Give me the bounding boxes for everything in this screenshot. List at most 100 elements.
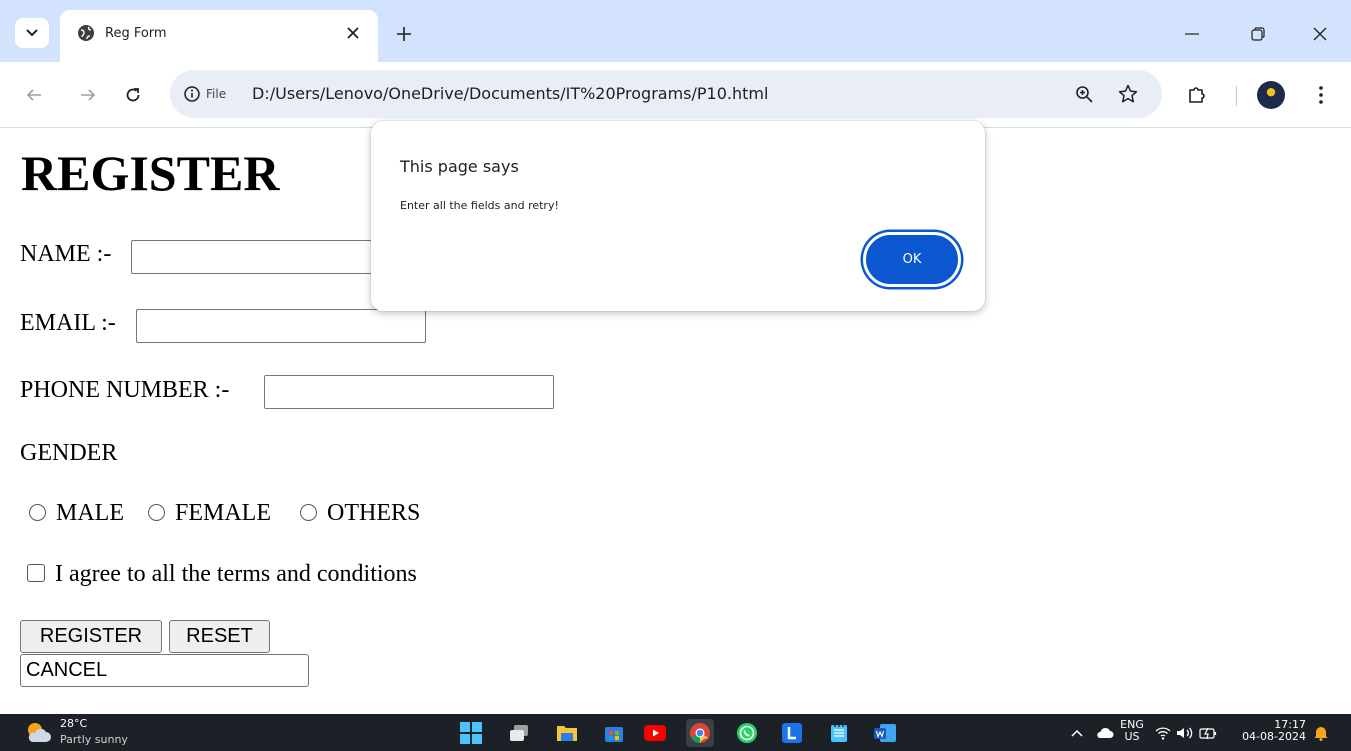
- taskbar-l-app[interactable]: [778, 719, 806, 747]
- tray-battery[interactable]: [1199, 724, 1217, 742]
- browser-toolbar: File D:/Users/Lenovo/OneDrive/Documents/…: [0, 62, 1351, 128]
- info-icon: [184, 86, 200, 102]
- back-button[interactable]: [21, 82, 47, 108]
- register-button[interactable]: REGISTER: [20, 620, 162, 653]
- tray-volume[interactable]: [1176, 724, 1194, 742]
- windows-icon: [460, 722, 482, 744]
- minimize-button[interactable]: [1178, 20, 1206, 48]
- alert-dialog: This page says Enter all the fields and …: [371, 121, 985, 311]
- l-app-icon: [782, 723, 802, 743]
- radio-female-label: FEMALE: [175, 500, 271, 526]
- wifi-icon: [1155, 727, 1171, 740]
- chrome-icon: [690, 723, 710, 744]
- zoom-in-icon: [1076, 86, 1093, 103]
- youtube-icon: [644, 725, 666, 741]
- menu-button[interactable]: [1308, 82, 1334, 108]
- taskbar-word[interactable]: [871, 719, 899, 747]
- restore-icon: [1251, 27, 1265, 41]
- puzzle-icon: [1189, 87, 1205, 103]
- gender-label: GENDER: [20, 440, 118, 466]
- taskbar-chrome[interactable]: [686, 719, 714, 747]
- chevron-down-icon: [26, 29, 38, 37]
- battery-charging-icon: [1199, 727, 1217, 740]
- close-icon: [1313, 27, 1327, 41]
- folder-icon: [557, 726, 577, 741]
- tray-overflow-button[interactable]: [1068, 724, 1086, 742]
- arrow-left-icon: [26, 89, 41, 101]
- terms-checkbox[interactable]: [27, 564, 45, 582]
- tray-onedrive[interactable]: [1096, 724, 1114, 742]
- taskbar-notepad[interactable]: [825, 719, 853, 747]
- ok-button[interactable]: OK: [863, 232, 961, 287]
- clock[interactable]: 17:17 04-08-2024: [1234, 719, 1306, 743]
- close-icon: [347, 27, 359, 39]
- tab-strip: Reg Form: [0, 0, 1351, 62]
- radio-others[interactable]: [300, 504, 317, 521]
- taskbar-youtube[interactable]: [641, 719, 669, 747]
- tab-search-button[interactable]: [15, 18, 49, 48]
- taskbar-store[interactable]: [600, 719, 628, 747]
- forward-button[interactable]: [75, 82, 101, 108]
- restore-button[interactable]: [1244, 20, 1272, 48]
- word-icon: [874, 724, 896, 742]
- store-icon: [605, 727, 623, 742]
- reload-icon: [126, 88, 140, 102]
- tab-close-button[interactable]: [342, 22, 364, 44]
- cloud-icon: [1097, 727, 1114, 738]
- taskbar-task-view[interactable]: [505, 719, 533, 747]
- reset-button[interactable]: RESET: [169, 620, 270, 653]
- site-info-chip[interactable]: File: [176, 76, 236, 112]
- tray-wifi[interactable]: [1154, 724, 1172, 742]
- clock-date: 04-08-2024: [1242, 730, 1306, 743]
- plus-icon: [397, 27, 411, 41]
- task-view-icon: [510, 725, 528, 741]
- profile-avatar[interactable]: [1257, 81, 1285, 109]
- bookmark-button[interactable]: [1116, 82, 1140, 106]
- taskbar-file-explorer[interactable]: [553, 719, 581, 747]
- dialog-title: This page says: [400, 157, 519, 176]
- taskbar-whatsapp[interactable]: [733, 719, 761, 747]
- start-button[interactable]: [457, 719, 485, 747]
- minimize-icon: [1185, 33, 1199, 35]
- zoom-button[interactable]: [1072, 82, 1096, 106]
- phone-input[interactable]: [264, 375, 554, 409]
- bell-icon: [1314, 727, 1328, 741]
- weather-temperature: 28°C: [60, 717, 88, 730]
- name-label: NAME :-: [20, 241, 112, 267]
- cancel-button[interactable]: CANCEL: [20, 654, 309, 687]
- reload-button[interactable]: [120, 82, 146, 108]
- language-indicator[interactable]: ENG US: [1118, 719, 1146, 743]
- site-info-label: File: [206, 87, 227, 101]
- phone-label: PHONE NUMBER :-: [20, 377, 230, 403]
- taskbar: 28°C Partly sunny ENG US 17:17 04-08-202…: [0, 714, 1351, 751]
- chevron-up-icon: [1071, 729, 1083, 737]
- volume-icon: [1177, 727, 1193, 739]
- weather-description: Partly sunny: [60, 733, 128, 746]
- partly-sunny-icon[interactable]: [24, 720, 52, 746]
- tab-reg-form[interactable]: Reg Form: [60, 10, 378, 62]
- globe-icon: [78, 25, 94, 41]
- notepad-icon: [831, 723, 847, 742]
- radio-male-label: MALE: [56, 500, 124, 526]
- radio-female[interactable]: [148, 504, 165, 521]
- email-input[interactable]: [136, 309, 426, 343]
- whatsapp-icon: [737, 723, 757, 743]
- new-tab-button[interactable]: [392, 22, 416, 46]
- page-title: REGISTER: [21, 145, 280, 201]
- terms-label: I agree to all the terms and conditions: [55, 561, 417, 587]
- radio-others-label: OTHERS: [327, 500, 421, 526]
- radio-male[interactable]: [29, 504, 46, 521]
- arrow-right-icon: [81, 89, 96, 101]
- dialog-message: Enter all the fields and retry!: [400, 199, 559, 212]
- extensions-button[interactable]: [1184, 82, 1210, 108]
- more-vert-icon: [1319, 86, 1323, 104]
- close-window-button[interactable]: [1306, 20, 1334, 48]
- email-label: EMAIL :-: [20, 310, 116, 336]
- url-text[interactable]: D:/Users/Lenovo/OneDrive/Documents/IT%20…: [252, 84, 768, 103]
- notifications-button[interactable]: [1312, 724, 1330, 742]
- keyboard-region: US: [1124, 730, 1140, 743]
- tab-title: Reg Form: [105, 26, 167, 41]
- address-bar[interactable]: File D:/Users/Lenovo/OneDrive/Documents/…: [170, 70, 1162, 118]
- toolbar-divider: [1236, 86, 1237, 106]
- star-icon: [1118, 84, 1138, 103]
